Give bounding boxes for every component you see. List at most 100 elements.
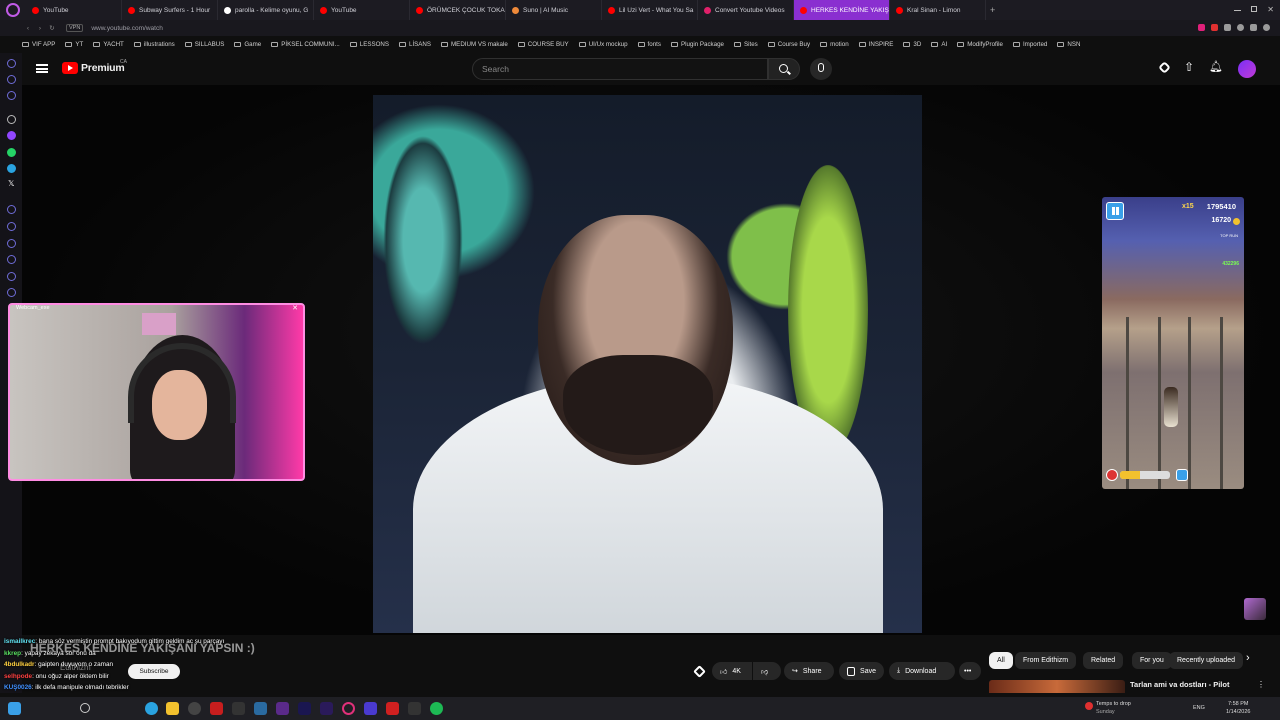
- filter-chip[interactable]: Related: [1083, 652, 1124, 669]
- search-icon[interactable]: [80, 703, 90, 713]
- back-icon[interactable]: ‹: [22, 25, 34, 32]
- chrome-icon[interactable]: [188, 702, 201, 715]
- bookmark-item[interactable]: AI: [931, 41, 947, 48]
- like-button[interactable]: 👍︎ 4K: [712, 662, 752, 680]
- bookmark-item[interactable]: fonts: [637, 41, 661, 48]
- bookmark-item[interactable]: YACHT: [93, 41, 124, 48]
- edge-icon[interactable]: [145, 702, 158, 715]
- minimize-icon[interactable]: [1234, 10, 1242, 11]
- download-button[interactable]: ⤓ Download: [889, 662, 955, 680]
- bookmark-item[interactable]: COURSE BUY: [517, 41, 569, 48]
- account-avatar[interactable]: [1238, 60, 1256, 78]
- forward-icon[interactable]: ›: [34, 25, 46, 32]
- acrobat-icon[interactable]: [210, 702, 223, 715]
- obsidian-icon[interactable]: [364, 702, 377, 715]
- bookmark-item[interactable]: motion: [820, 41, 849, 48]
- extension-icon[interactable]: [1237, 24, 1244, 31]
- chatgpt-icon[interactable]: [7, 115, 16, 124]
- filter-chip[interactable]: All: [989, 652, 1013, 669]
- premiere-icon[interactable]: [320, 702, 333, 715]
- youtube-logo-icon[interactable]: [62, 62, 78, 74]
- bookmark-item[interactable]: LİSANS: [399, 41, 431, 48]
- bookmark-item[interactable]: NSN: [1057, 41, 1080, 48]
- extension-icon[interactable]: [1224, 24, 1231, 31]
- app-icon[interactable]: [232, 702, 245, 715]
- telegram-icon[interactable]: [7, 164, 16, 173]
- bookmark-item[interactable]: SILLABUS: [184, 41, 224, 48]
- sidebar-heart-icon[interactable]: [7, 222, 16, 231]
- browser-tab[interactable]: Subway Surfers - 1 Hour: [122, 0, 218, 20]
- share-button[interactable]: ↪ Share: [784, 662, 834, 680]
- filter-chip[interactable]: From Edithizm: [1015, 652, 1077, 669]
- channel-watermark[interactable]: [1244, 598, 1266, 620]
- sidebar-download-icon[interactable]: [7, 255, 16, 264]
- new-tab-button[interactable]: +: [990, 5, 995, 15]
- bookmark-item[interactable]: YT: [65, 41, 83, 48]
- app-icon[interactable]: [408, 702, 421, 715]
- browser-tab[interactable]: Suno | AI Music: [506, 0, 602, 20]
- reload-icon[interactable]: ↻: [46, 24, 58, 32]
- bookmark-item[interactable]: Game: [234, 41, 261, 48]
- app-icon[interactable]: [386, 702, 399, 715]
- sidebar-chat-icon[interactable]: [7, 272, 16, 281]
- notifications-bell-icon[interactable]: 🔔︎: [1209, 60, 1223, 73]
- browser-tab[interactable]: ÖRÜMCEK ÇOCUK TOKA: [410, 0, 506, 20]
- sidebar-notes-icon[interactable]: [7, 91, 16, 100]
- browser-tab[interactable]: YouTube: [26, 0, 122, 20]
- extension-gear-icon[interactable]: [1158, 61, 1171, 74]
- vpn-badge[interactable]: VPN: [66, 24, 84, 32]
- save-button[interactable]: Save: [839, 662, 884, 680]
- twitch-icon[interactable]: [7, 131, 16, 140]
- voice-search-button[interactable]: [810, 58, 832, 80]
- browser-tab[interactable]: Kral Sinan - Limon: [890, 0, 986, 20]
- youtube-brand[interactable]: Premium: [81, 62, 125, 74]
- menu-icon[interactable]: [36, 64, 48, 73]
- recommended-menu-icon[interactable]: ⋮: [1257, 680, 1265, 689]
- browser-tab[interactable]: parolla - Kelime oyunu, G: [218, 0, 314, 20]
- clock-time[interactable]: 7:58 PM: [1228, 701, 1248, 707]
- x-icon[interactable]: 𝕏: [8, 179, 14, 188]
- bookmark-item[interactable]: PİKSEL COMMUNI...: [271, 41, 340, 48]
- bookmark-item[interactable]: 3D: [903, 41, 921, 48]
- upload-icon[interactable]: ⇧: [1184, 60, 1196, 74]
- search-button[interactable]: [768, 58, 800, 80]
- extension-icon[interactable]: [1198, 24, 1205, 31]
- extension-icon[interactable]: [1250, 24, 1257, 31]
- recommended-title[interactable]: Tarlan ami va dostları - Pilot: [1130, 680, 1229, 689]
- language-indicator[interactable]: ENG: [1193, 705, 1205, 711]
- bookmark-item[interactable]: Course Buy: [767, 41, 810, 48]
- bookmark-item[interactable]: MEDIUM VS makale: [441, 41, 508, 48]
- sidebar-clock-icon[interactable]: [7, 239, 16, 248]
- bookmark-item[interactable]: ModifyProfile: [957, 41, 1003, 48]
- bookmark-item[interactable]: Imported: [1012, 41, 1047, 48]
- weather-icon[interactable]: [1085, 702, 1093, 710]
- bookmark-item[interactable]: Sites: [733, 41, 758, 48]
- dislike-button[interactable]: 👎︎: [753, 662, 781, 680]
- clock-date[interactable]: 1/14/2026: [1226, 709, 1250, 715]
- browser-tab[interactable]: HERKES KENDİNE YAKIŞ: [794, 0, 890, 20]
- video-frame[interactable]: [373, 95, 922, 633]
- bookmark-item[interactable]: Plugin Package: [670, 41, 724, 48]
- file-explorer-icon[interactable]: [166, 702, 179, 715]
- extension-gear-icon[interactable]: [693, 665, 706, 678]
- browser-tab[interactable]: Lil Uzi Vert - What You Sa: [602, 0, 698, 20]
- sidebar-settings-icon[interactable]: [7, 288, 16, 297]
- app-icon[interactable]: [276, 702, 289, 715]
- search-input[interactable]: Search: [472, 58, 768, 80]
- opera-logo-icon[interactable]: [6, 3, 20, 17]
- profile-icon[interactable]: [1263, 24, 1270, 31]
- more-actions-button[interactable]: •••: [959, 662, 981, 680]
- bookmark-item[interactable]: INSPIRE: [858, 41, 893, 48]
- opera-icon[interactable]: [342, 702, 355, 715]
- filter-chip[interactable]: Recently uploaded: [1169, 652, 1243, 669]
- start-icon[interactable]: [8, 702, 21, 715]
- filter-chip[interactable]: For you: [1132, 652, 1172, 669]
- extension-icon[interactable]: [1211, 24, 1218, 31]
- bookmark-item[interactable]: illustrations: [133, 41, 175, 48]
- whatsapp-icon[interactable]: [7, 148, 16, 157]
- browser-tab[interactable]: YouTube: [314, 0, 410, 20]
- bookmark-item[interactable]: VIF APP: [22, 41, 55, 48]
- after-effects-icon[interactable]: [298, 702, 311, 715]
- close-icon[interactable]: ✕: [1267, 6, 1274, 14]
- recommended-thumbnail[interactable]: [989, 680, 1125, 693]
